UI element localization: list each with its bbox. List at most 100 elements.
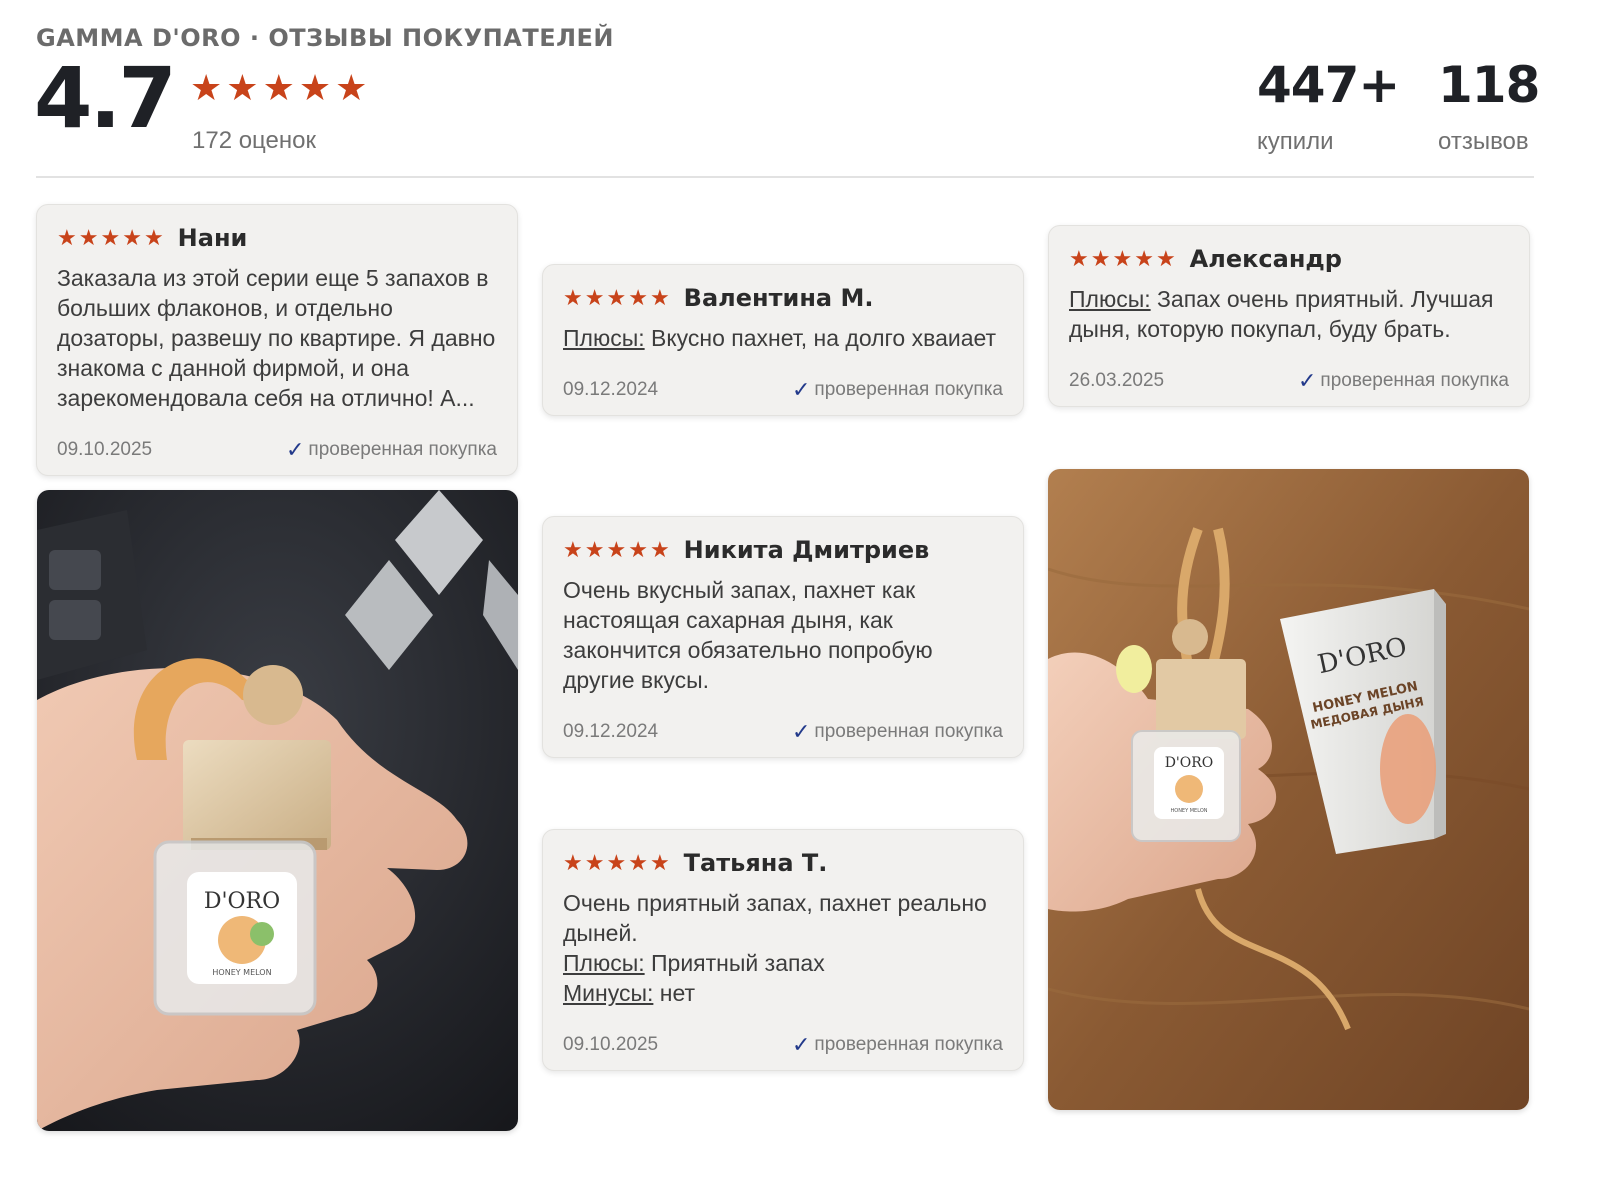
review-card[interactable]: ★ ★ ★ ★ ★ Нани Заказала из этой серии еще 5 …: [36, 204, 518, 476]
verified-badge: ✓ проверенная покупка: [792, 721, 1003, 743]
review-card[interactable]: ★ ★ ★ ★ ★ Никита Дмитриев Очень вкусный запа…: [542, 516, 1024, 758]
review-date: 09.12.2024: [563, 721, 659, 742]
star-icon: ★: [649, 285, 670, 310]
verified-badge: ✓ проверенная покупка: [792, 1034, 1003, 1056]
verified-label: проверенная покупка: [814, 1034, 1003, 1055]
ratings-count: 172 оценок: [192, 127, 316, 154]
bottle-flavor: HONEY MELON: [212, 968, 271, 977]
pros-label: Плюсы:: [1069, 286, 1151, 312]
star-icon: ★: [584, 537, 605, 562]
review-date: 26.03.2025: [1069, 370, 1165, 391]
star-icon: ★: [606, 285, 627, 310]
buyers-label: купили: [1257, 128, 1334, 155]
verified-badge: ✓ проверенная покупка: [1298, 370, 1509, 392]
verified-badge: ✓ проверенная покупка: [286, 439, 497, 461]
star-icon: ★: [262, 67, 295, 108]
star-icon: ★: [649, 850, 670, 875]
cons-label: Минусы:: [563, 980, 654, 1006]
review-footer: 09.10.2025 ✓ проверенная покупка: [57, 439, 497, 461]
verified-label: проверенная покупка: [1320, 370, 1509, 391]
star-icon: ★: [563, 285, 583, 310]
review-text: Плюсы: Вкусно пахнет, на долго хваиает: [563, 323, 1003, 353]
checkmark-icon: ✓: [791, 719, 811, 744]
review-header: ★ ★ ★ ★ ★ Никита Дмитриев: [563, 535, 1003, 565]
star-icon: ★: [1112, 246, 1133, 271]
star-icon: ★: [628, 537, 648, 562]
review-photo-table[interactable]: D'ORO HONEY MELON МЕДОВАЯ ДЫНЯ D'ORO HON…: [1048, 469, 1529, 1110]
star-icon: ★: [563, 537, 583, 562]
review-comment: Очень приятный запах, пахнет реально дын…: [563, 890, 987, 946]
review-text: Заказала из этой серии еще 5 запахов в б…: [57, 265, 496, 411]
review-card[interactable]: ★ ★ ★ ★ ★ Татьяна Т. Очень приятный запах, п…: [542, 829, 1024, 1071]
star-icon: ★: [78, 225, 99, 250]
brand-title: GAMMA D'ORO · ОТЗЫВЫ ПОКУПАТЕЛЕЙ: [36, 24, 615, 52]
checkmark-icon: ✓: [791, 377, 811, 402]
star-icon: ★: [606, 850, 627, 875]
star-icon: ★: [1134, 246, 1154, 271]
review-stars: ★ ★ ★ ★ ★: [563, 539, 670, 561]
star-icon: ★: [649, 537, 670, 562]
review-header: ★ ★ ★ ★ ★ Татьяна Т.: [563, 848, 1003, 878]
checkmark-icon: ✓: [791, 1032, 811, 1057]
star-icon: ★: [628, 285, 648, 310]
review-date: 09.12.2024: [563, 379, 659, 400]
pros-label: Плюсы:: [563, 325, 645, 351]
bottle-brand: D'ORO: [204, 889, 280, 914]
reviews-label: отзывов: [1438, 128, 1529, 155]
star-icon: ★: [1155, 246, 1176, 271]
cons-text: нет: [653, 980, 696, 1006]
review-stars: ★ ★ ★ ★ ★: [563, 852, 670, 874]
star-icon: ★: [190, 67, 223, 108]
reviews-count: 118: [1438, 56, 1540, 114]
star-icon: ★: [606, 537, 627, 562]
pros-text: Вкусно пахнет, на долго хваиает: [644, 325, 997, 351]
review-header: ★ ★ ★ ★ ★ Валентина М.: [563, 283, 1003, 313]
star-icon: ★: [57, 225, 77, 250]
star-icon: ★: [628, 850, 648, 875]
star-icon: ★: [1090, 246, 1111, 271]
reviews-stat: 118 отзывов: [1438, 56, 1540, 156]
verified-label: проверенная покупка: [308, 439, 497, 460]
average-rating: 4.7: [34, 49, 177, 147]
review-author: Александр: [1189, 245, 1342, 273]
buyers-stat: 447+ купили: [1257, 56, 1400, 156]
checkmark-icon: ✓: [1297, 368, 1317, 393]
verified-label: проверенная покупка: [814, 379, 1003, 400]
review-footer: 26.03.2025 ✓ проверенная покупка: [1069, 370, 1509, 392]
photo-illustration: D'ORO HONEY MELON МЕДОВАЯ ДЫНЯ D'ORO HON…: [1048, 469, 1529, 1110]
review-author: Никита Дмитриев: [683, 536, 930, 564]
verified-badge: ✓ проверенная покупка: [792, 379, 1003, 401]
review-stars: ★ ★ ★ ★ ★: [57, 227, 164, 249]
review-stars: ★ ★ ★ ★ ★: [563, 287, 670, 309]
review-date: 09.10.2025: [563, 1034, 659, 1055]
review-author: Татьяна Т.: [683, 849, 828, 877]
review-pros: Плюсы: Приятный запах: [563, 948, 1003, 978]
star-icon: ★: [226, 67, 259, 108]
star-icon: ★: [584, 850, 605, 875]
review-footer: 09.10.2025 ✓ проверенная покупка: [563, 1034, 1003, 1056]
review-card[interactable]: ★ ★ ★ ★ ★ Валентина М. Плюсы: Вкусно пахнет,…: [542, 264, 1024, 416]
buyers-count: 447+: [1257, 56, 1400, 114]
review-author: Валентина М.: [683, 284, 874, 312]
star-icon: ★: [298, 67, 332, 108]
header-divider: [36, 176, 1534, 178]
star-icon: ★: [122, 225, 142, 250]
review-text: Очень вкусный запах, пахнет как настояща…: [563, 577, 933, 693]
review-footer: 09.12.2024 ✓ проверенная покупка: [563, 721, 1003, 743]
average-rating-stars: ★ ★ ★ ★ ★: [190, 70, 367, 106]
review-stars: ★ ★ ★ ★ ★: [1069, 248, 1176, 270]
star-icon: ★: [143, 225, 164, 250]
review-author: Нани: [177, 224, 248, 252]
star-icon: ★: [563, 850, 583, 875]
star-icon: ★: [100, 225, 121, 250]
bottle-flavor: HONEY MELON: [1171, 808, 1208, 814]
review-footer: 09.12.2024 ✓ проверенная покупка: [563, 379, 1003, 401]
star-icon: ★: [335, 67, 368, 108]
review-cons: Минусы: нет: [563, 978, 1003, 1008]
pros-label: Плюсы:: [563, 950, 645, 976]
verified-label: проверенная покупка: [814, 721, 1003, 742]
bottle-brand: D'ORO: [1165, 755, 1214, 771]
review-card[interactable]: ★ ★ ★ ★ ★ Александр Плюсы: Запах очень прият…: [1048, 225, 1530, 407]
review-photo-car[interactable]: D'ORO HONEY MELON: [37, 490, 518, 1131]
pros-text: Приятный запах: [644, 950, 825, 976]
